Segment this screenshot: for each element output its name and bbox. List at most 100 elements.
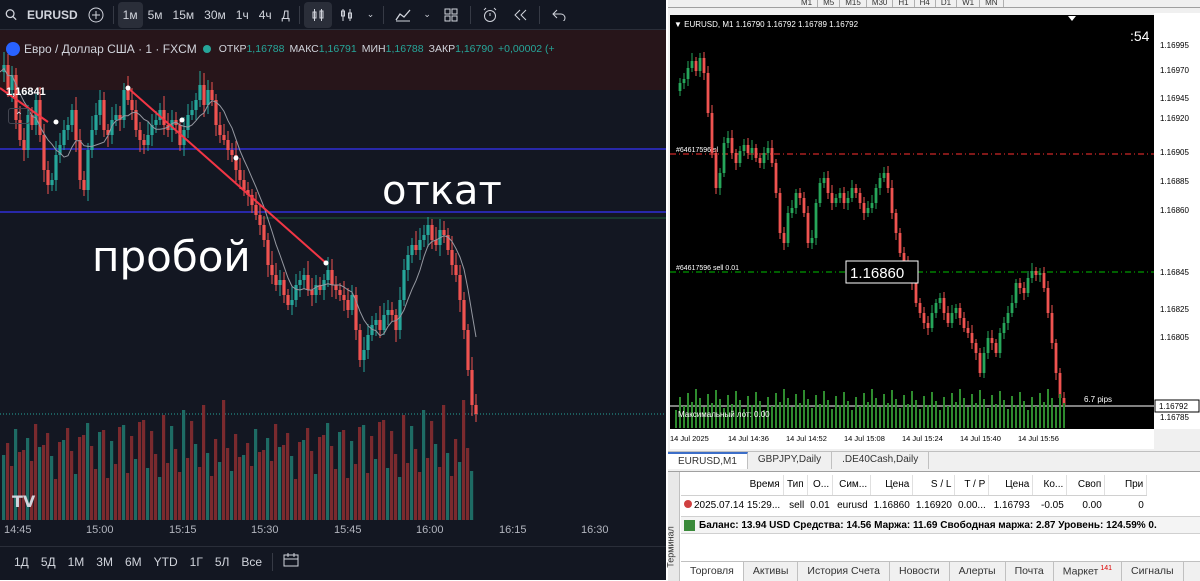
volume-bar <box>362 425 366 520</box>
volume-bar <box>350 441 354 520</box>
mt-candle-body <box>1054 343 1058 373</box>
volume-bar <box>166 463 170 520</box>
chart-type-icon[interactable] <box>332 2 362 28</box>
chevron-down-icon[interactable]: ⌄ <box>418 2 436 28</box>
mt-timeframe-M5[interactable]: M5 <box>818 0 841 7</box>
candle-body <box>22 140 26 150</box>
timeframe-1м[interactable]: 1м <box>117 1 143 28</box>
volume-bar <box>434 444 438 520</box>
terminal-tab-3[interactable]: Новости <box>890 562 950 581</box>
volume-bar <box>366 473 370 520</box>
mt-candle-body <box>810 238 814 243</box>
range-YTD[interactable]: YTD <box>148 555 184 569</box>
timeframe-1ч[interactable]: 1ч <box>231 2 254 28</box>
replay-icon[interactable] <box>505 2 535 28</box>
candle-body <box>74 110 78 140</box>
terminal-tab-4[interactable]: Алерты <box>950 562 1006 581</box>
candle-body <box>262 225 266 240</box>
volume-bar <box>286 433 290 520</box>
range-1М[interactable]: 1М <box>62 555 91 569</box>
legend-low-value: 1,16788 <box>385 43 424 55</box>
chart-tab-1[interactable]: GBPJPY,Daily <box>748 452 833 469</box>
terminal-tab-0[interactable]: Торговля <box>681 562 744 581</box>
indicators-icon[interactable] <box>388 2 418 28</box>
timeframe-15м[interactable]: 15м <box>168 2 200 28</box>
mt-price-chart[interactable]: ▼ EURUSD, M1 1.16790 1.16792 1.16789 1.1… <box>668 13 1200 449</box>
orders-column-header[interactable]: S / L <box>912 475 956 496</box>
volume-bar <box>218 462 222 520</box>
terminal-tab-7[interactable]: Сигналы <box>1122 562 1184 581</box>
orders-column-header[interactable]: T / P <box>954 475 990 496</box>
mt-timeframe-M30[interactable]: M30 <box>867 0 894 7</box>
volume-bar <box>466 448 470 520</box>
mt-timeframe-H4[interactable]: H4 <box>915 0 936 7</box>
orders-column-header[interactable]: Цена <box>870 475 914 496</box>
candle-body <box>386 310 390 315</box>
candle-body <box>230 150 234 155</box>
alert-clock-icon[interactable] <box>475 2 505 28</box>
timeframe-Д[interactable]: Д <box>277 2 295 28</box>
candle-body <box>390 310 394 315</box>
mt-timeframe-W1[interactable]: W1 <box>957 0 981 7</box>
volume-bar <box>62 440 66 520</box>
orders-column-header[interactable]: Своп <box>1066 475 1106 496</box>
range-1Г[interactable]: 1Г <box>184 555 209 569</box>
mt-timeframe-M1[interactable]: M1 <box>796 0 819 7</box>
undo-icon[interactable] <box>544 2 574 28</box>
candle-body <box>466 330 470 370</box>
range-5Д[interactable]: 5Д <box>35 555 62 569</box>
terminal-tab-2[interactable]: История Счета <box>798 562 890 581</box>
terminal-tab-1[interactable]: Активы <box>744 562 799 581</box>
mt-timeframe-D1[interactable]: D1 <box>936 0 958 7</box>
volume-bar <box>310 451 314 520</box>
search-icon[interactable] <box>0 2 22 28</box>
volume-bar <box>82 435 86 520</box>
chart-tab-2[interactable]: .DE40Cash,Daily <box>832 452 930 469</box>
range-5Л[interactable]: 5Л <box>209 555 236 569</box>
mt-candle-body <box>962 318 966 328</box>
chevron-down-icon[interactable]: ⌄ <box>362 2 380 28</box>
range-6М[interactable]: 6М <box>119 555 148 569</box>
orders-column-header[interactable]: Сим... <box>832 475 872 496</box>
collapse-button[interactable]: ⌃ <box>8 108 30 124</box>
volume-bar <box>78 437 82 520</box>
layout-grid-icon[interactable] <box>436 2 466 28</box>
orders-column-header[interactable]: При <box>1104 475 1148 496</box>
symbol-name[interactable]: EURUSD <box>22 2 83 28</box>
legend-dropdown-icon[interactable] <box>6 42 20 56</box>
mt-time-label: 14 Jul 15:40 <box>960 434 1001 443</box>
volume-bar <box>258 452 262 520</box>
timeframe-4ч[interactable]: 4ч <box>254 2 277 28</box>
candle-body <box>114 115 118 120</box>
table-row[interactable]: 2025.07.14 15:29... sell 0.01 eurusd 1.16860… <box>681 495 1147 515</box>
calendar-icon[interactable] <box>277 553 305 570</box>
range-1Д[interactable]: 1Д <box>8 555 35 569</box>
metatrader-panel: M1 M5 M15 M30 H1 H4 D1 W1 MN ▼ EURUSD, M1 1.1679… <box>666 0 1200 581</box>
mt-timeframe-MN[interactable]: MN <box>980 0 1004 7</box>
orders-column-header[interactable]: О... <box>807 475 834 496</box>
mt-timeframe-M15[interactable]: M15 <box>840 0 867 7</box>
add-symbol-icon[interactable] <box>83 2 109 28</box>
chart-tab-0[interactable]: EURUSD,M1 <box>668 452 748 469</box>
range-3М[interactable]: 3М <box>90 555 119 569</box>
timeframe-5м[interactable]: 5м <box>143 2 168 28</box>
candles-icon[interactable] <box>303 1 332 28</box>
volume-bar <box>278 447 282 520</box>
volume-bar <box>306 428 310 520</box>
mt-timeframe-H1[interactable]: H1 <box>893 0 915 7</box>
mt-candle-body <box>942 298 946 313</box>
orders-cell: 1.16920 <box>915 499 952 511</box>
orders-column-header[interactable]: Время <box>681 475 784 496</box>
candle-body <box>474 405 478 414</box>
terminal-tab-6[interactable]: Маркет 141 <box>1054 562 1122 581</box>
orders-column-header[interactable]: Ко... <box>1032 475 1068 496</box>
volume-bar <box>66 428 70 520</box>
candle-body <box>46 170 50 185</box>
timeframe-30м[interactable]: 30м <box>199 2 231 28</box>
mt-candle-body <box>702 58 706 73</box>
volume-bar <box>94 469 98 520</box>
range-Все[interactable]: Все <box>235 555 268 569</box>
orders-column-header[interactable]: Цена <box>988 475 1034 496</box>
orders-column-header[interactable]: Тип <box>783 475 808 496</box>
terminal-tab-5[interactable]: Почта <box>1006 562 1054 581</box>
